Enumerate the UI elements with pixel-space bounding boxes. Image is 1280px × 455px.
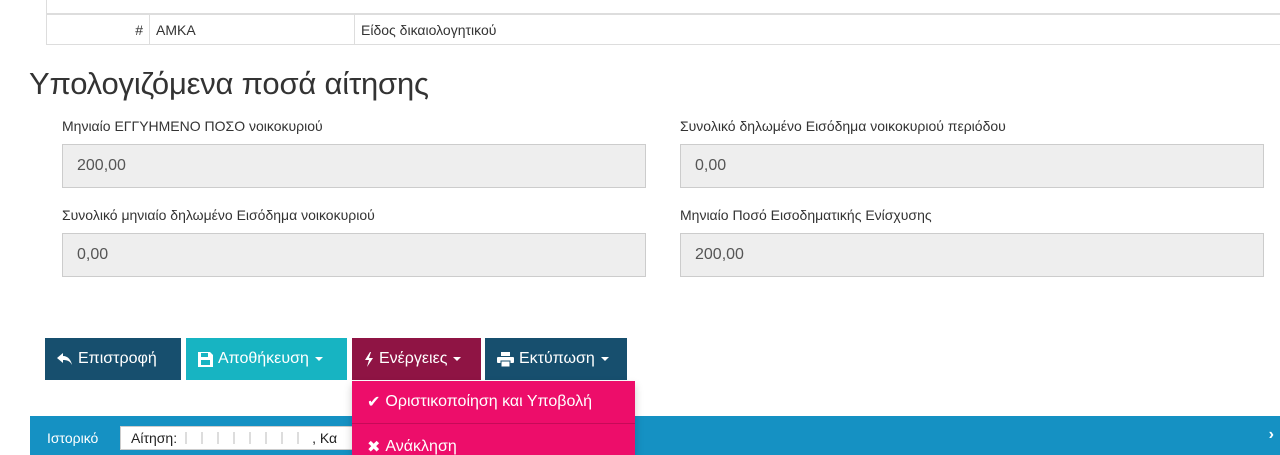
history-bar: Ιστορικό Αίτηση: , Κα › xyxy=(30,416,1280,455)
reply-icon xyxy=(57,352,73,366)
section-title: Υπολογιζόμενα ποσά αίτησης xyxy=(29,66,429,101)
print-button-label: Εκτύπωση xyxy=(519,350,595,367)
documents-table-header: # ΑΜΚΑ Είδος δικαιολογητικού xyxy=(46,14,1280,45)
support-amount-label: Μηνιαίο Ποσό Εισοδηματικής Ενίσχυσης xyxy=(680,207,932,223)
menu-item-revoke[interactable]: ✖ Ανάκληση xyxy=(352,425,635,455)
save-button-label: Αποθήκευση xyxy=(218,350,309,367)
save-dropdown-button[interactable]: Αποθήκευση xyxy=(186,338,347,380)
chevron-down-icon xyxy=(600,357,609,361)
print-dropdown-button[interactable]: Εκτύπωση xyxy=(485,338,627,380)
monthly-income-label: Συνολικό μηνιαίο δηλωμένο Εισόδημα νοικο… xyxy=(62,207,375,223)
monthly-income-field: Συνολικό μηνιαίο δηλωμένο Εισόδημα νοικο… xyxy=(62,207,646,277)
redacted-text xyxy=(177,432,313,444)
chevron-down-icon xyxy=(453,357,462,361)
floppy-icon xyxy=(198,351,213,367)
column-document-type: Είδος δικαιολογητικού xyxy=(361,21,497,38)
guaranteed-amount-input[interactable]: 200,00 xyxy=(62,144,646,188)
history-select-prefix: Αίτηση: xyxy=(131,430,178,446)
back-button[interactable]: Επιστροφή xyxy=(45,338,181,380)
actions-dropdown-button[interactable]: Ενέργειες xyxy=(352,338,481,380)
total-period-income-input[interactable]: 0,00 xyxy=(680,144,1264,188)
menu-item-finalize-label: Οριστικοποίηση και Υποβολή xyxy=(385,393,592,410)
chevron-down-icon xyxy=(314,357,323,361)
monthly-income-input[interactable]: 0,00 xyxy=(62,233,646,277)
total-period-income-field: Συνολικό δηλωμένο Εισόδημα νοικοκυριού π… xyxy=(680,118,1264,188)
support-amount-field: Μηνιαίο Ποσό Εισοδηματικής Ενίσχυσης 200… xyxy=(680,207,1264,277)
printer-icon xyxy=(497,351,514,367)
total-period-income-label: Συνολικό δηλωμένο Εισόδημα νοικοκυριού π… xyxy=(680,118,1006,134)
check-icon: ✔ xyxy=(367,394,381,411)
bolt-icon xyxy=(364,351,374,367)
chevron-right-icon[interactable]: › xyxy=(1269,426,1274,444)
history-application-select[interactable]: Αίτηση: , Κα xyxy=(120,426,360,450)
actions-dropdown-menu: ✔ Οριστικοποίηση και Υποβολή ✖ Ανάκληση xyxy=(352,381,635,455)
times-icon: ✖ xyxy=(367,438,381,455)
guaranteed-amount-label: Μηνιαίο ΕΓΓΥΗΜΕΝΟ ΠΟΣΟ νοικοκυριού xyxy=(62,118,323,134)
guaranteed-amount-field: Μηνιαίο ΕΓΓΥΗΜΕΝΟ ΠΟΣΟ νοικοκυριού 200,0… xyxy=(62,118,646,188)
back-button-label: Επιστροφή xyxy=(78,350,157,367)
menu-item-revoke-label: Ανάκληση xyxy=(385,437,457,455)
history-label: Ιστορικό xyxy=(47,430,99,446)
column-number: # xyxy=(47,15,150,44)
column-amka: ΑΜΚΑ xyxy=(150,15,355,44)
history-select-suffix: , Κα xyxy=(312,430,338,446)
table-header-remnant xyxy=(46,0,1280,14)
support-amount-input[interactable]: 200,00 xyxy=(680,233,1264,277)
menu-item-finalize[interactable]: ✔ Οριστικοποίηση και Υποβολή xyxy=(352,381,635,424)
actions-button-label: Ενέργειες xyxy=(379,350,448,367)
